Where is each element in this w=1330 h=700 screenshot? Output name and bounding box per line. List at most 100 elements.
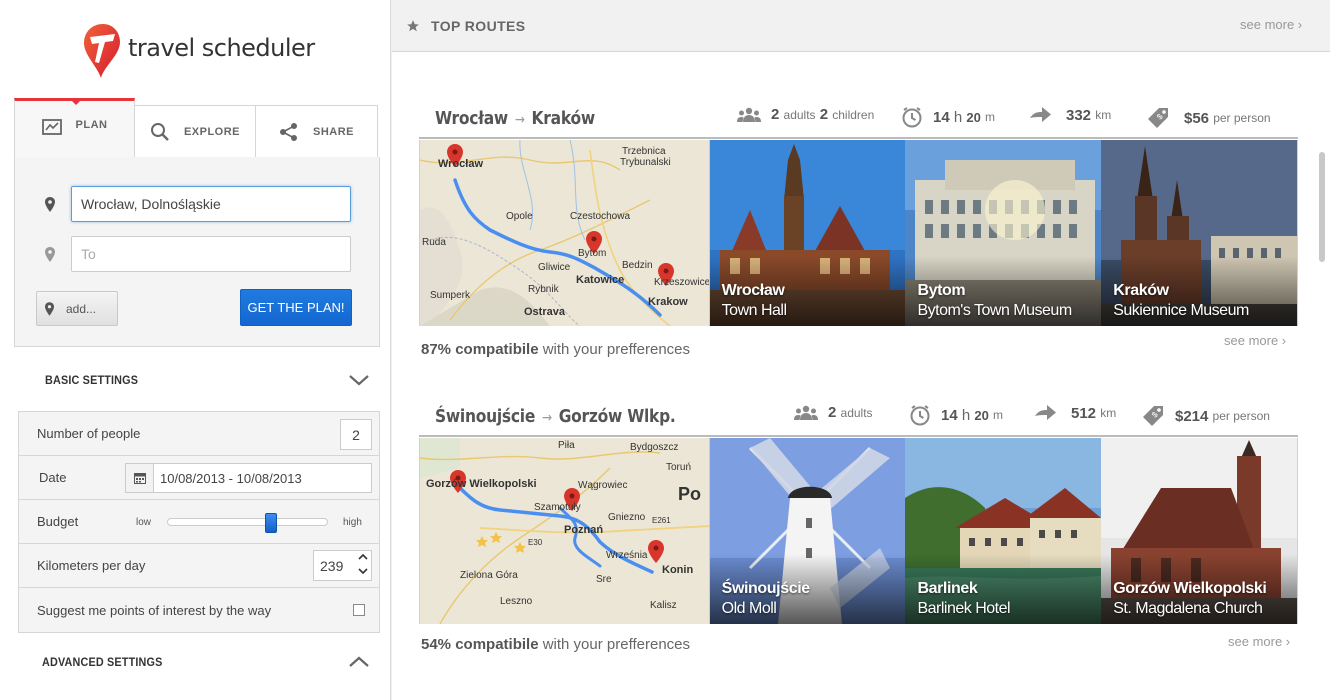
location-pin-icon [45, 301, 54, 316]
add-waypoint-label: add... [66, 301, 97, 316]
from-input[interactable] [71, 186, 351, 222]
distance-value: 332 [1066, 106, 1092, 124]
route-map[interactable]: Wrocław Trzebnica Trybunalski Opole Czes… [420, 140, 710, 326]
duration-minutes: 20 [974, 407, 989, 423]
km-row: Kilometers per day 239 [19, 544, 379, 588]
see-more-link[interactable]: see more › [1240, 17, 1302, 32]
arrow-right-icon: → [514, 112, 525, 128]
duration-hours-unit: h [961, 406, 971, 424]
suggest-label: Suggest me points of interest by the way [37, 602, 272, 618]
map-label: Po [678, 484, 702, 504]
map-label: Piła [558, 440, 575, 451]
suggest-checkbox[interactable] [353, 604, 365, 616]
route-photo[interactable]: Wrocław Town Hall [709, 140, 906, 326]
basic-settings-header[interactable]: BASIC SETTINGS [14, 360, 380, 400]
scrollbar[interactable] [1319, 54, 1328, 700]
date-range-value: 10/08/2013 - 10/08/2013 [160, 470, 302, 486]
route-photo[interactable]: Świnoujście Old Moll [709, 438, 906, 624]
people-input[interactable]: 2 [340, 419, 372, 450]
route-title[interactable]: Wrocław → Kraków [435, 108, 595, 129]
people-icon [794, 405, 818, 421]
main-content: TOP ROUTES see more › Wrocław → Kraków 2 a… [392, 0, 1330, 700]
budget-low-label: low [136, 517, 152, 528]
route-photo[interactable]: Barlinek Barlinek Hotel [905, 438, 1102, 624]
adults-count: 2 [771, 106, 780, 123]
budget-slider-thumb[interactable] [265, 513, 277, 533]
budget-row: Budget low high [19, 500, 379, 544]
photo-subtitle: Town Hall [721, 302, 787, 319]
map-label: Wrocław [438, 158, 484, 170]
map-label: Szamotuły [534, 502, 581, 513]
photo-subtitle: Barlinek Hotel [917, 600, 1011, 617]
children-count: 2 [819, 106, 829, 123]
route-photo[interactable]: Kraków Sukiennice Museum [1101, 140, 1298, 326]
tab-plan[interactable]: PLAN [14, 98, 135, 158]
km-spinner[interactable] [357, 553, 369, 575]
route-from: Wrocław [435, 108, 508, 129]
see-more-link[interactable]: see more › [1228, 634, 1290, 649]
distance-stat: 512 km [1033, 404, 1116, 422]
map-label: Gniezno [608, 512, 646, 523]
people-row: Number of people 2 [19, 412, 379, 456]
map-label: Katowice [576, 274, 625, 286]
to-input[interactable] [71, 236, 351, 272]
map-label: Krzeszowice [654, 277, 710, 288]
basic-settings-panel: Number of people 2 Date 10/08/2013 - 10/… [18, 411, 380, 633]
card-divider [419, 137, 1298, 139]
scrollbar-thumb[interactable] [1319, 152, 1325, 262]
map-label: Czestochowa [570, 211, 631, 222]
route-photo[interactable]: Gorzów Wielkopolski St. Magdalena Church [1101, 438, 1298, 624]
duration-hours: 14 [941, 406, 958, 424]
chevron-down-icon[interactable] [358, 567, 368, 575]
location-pin-icon [43, 196, 57, 212]
app-logo[interactable]: travel scheduler [82, 22, 315, 80]
route-card[interactable]: Wrocław → Kraków 2 adults 2 children 14 h … [419, 100, 1298, 365]
km-per-day-input[interactable]: 239 [313, 550, 372, 581]
map-label: Opole [506, 211, 533, 222]
price-suffix: per person [1212, 409, 1270, 423]
budget-slider[interactable] [167, 513, 328, 533]
price-tag-icon: $ [1141, 404, 1165, 428]
map-label: Gorzów Wielkopolski [426, 478, 537, 490]
map-label: Krakow [648, 296, 688, 308]
date-range-input[interactable]: 10/08/2013 - 10/08/2013 [125, 463, 372, 493]
duration-minutes: 20 [966, 109, 981, 125]
compatibility-rest: with your prefferences [542, 636, 691, 653]
route-to: Gorzów Wlkp. [558, 406, 676, 427]
chevron-up-icon[interactable] [358, 553, 368, 561]
map-label: Bytom [578, 248, 607, 259]
arrow-right-icon [1028, 106, 1052, 124]
tab-explore[interactable]: EXPLORE [135, 105, 256, 158]
duration-stat: 14 h 20 m [901, 106, 995, 128]
calendar-icon[interactable] [126, 464, 154, 492]
duration-hours-unit: h [953, 108, 963, 126]
arrow-right-icon: → [541, 410, 552, 426]
compatibility-rest: with your prefferences [542, 341, 691, 358]
route-gallery: Wrocław Trzebnica Trybunalski Opole Czes… [419, 140, 1298, 326]
map-label: Ostrava [524, 306, 565, 318]
map-label: Poznań [564, 524, 604, 536]
price-tag-icon: $ [1146, 106, 1170, 130]
advanced-settings-header[interactable]: ADVANCED SETTINGS [14, 642, 380, 682]
clock-icon [909, 404, 931, 426]
see-more-link[interactable]: see more › [1224, 333, 1286, 348]
route-map[interactable]: Bydgoszcz Piła Toruń Gorzów Wielkopolski… [420, 438, 710, 624]
people-label: Number of people [37, 426, 141, 441]
price-stat: $ $214 per person [1141, 404, 1270, 428]
people-icon [737, 107, 761, 123]
map-label: Zielona Góra [460, 570, 518, 581]
duration-minutes-unit: m [985, 110, 996, 124]
map-label: Gliwice [538, 262, 571, 273]
get-plan-button[interactable]: GET THE PLAN! [240, 289, 352, 326]
route-card[interactable]: Świnoujście → Gorzów Wlkp. 2 adults 14 h 2… [419, 398, 1298, 663]
budget-high-label: high [343, 517, 362, 528]
route-title[interactable]: Świnoujście → Gorzów Wlkp. [435, 406, 676, 427]
top-routes-title: TOP ROUTES [431, 17, 526, 34]
compatibility-text: 54% compatibile with your prefferences [421, 636, 690, 653]
arrow-right-icon [1033, 404, 1057, 422]
tab-share[interactable]: SHARE [256, 105, 378, 158]
add-waypoint-button[interactable]: add... [36, 291, 118, 326]
map-label: Bydgoszcz [630, 442, 679, 453]
route-photo[interactable]: Bytom Bytom's Town Museum [905, 140, 1102, 326]
compatibility-percent: 54% compatibile [421, 636, 539, 653]
